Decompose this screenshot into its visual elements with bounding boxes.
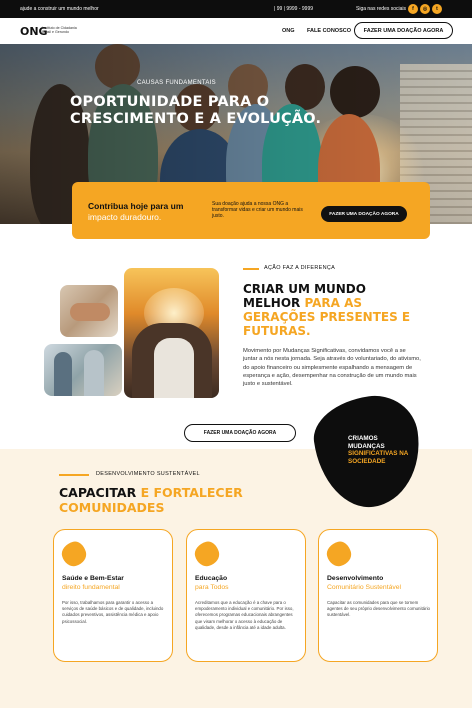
card-community[interactable]: Desenvolvimento Comunitário Sustentável … [318,529,438,662]
card-education[interactable]: Educação para Todos Acreditamos que a ed… [186,529,306,662]
top-bar: ajude a construir um mundo melhor | 99 |… [0,0,472,18]
card-health[interactable]: Saúde e Bem-Estar direito fundamental Po… [53,529,173,662]
donation-title-highlight: impacto duradouro. [88,212,162,222]
community-icon [324,539,354,569]
donation-text: Sua doação ajuda a nossa ONG a transform… [212,201,303,219]
hero-kicker: CAUSAS FUNDAMENTAIS [137,80,216,86]
instagram-icon[interactable]: ◎ [420,4,430,14]
card-subtitle: para Todos [195,584,229,591]
mission-text: Movimento por Mudanças Significativas, c… [243,348,421,388]
card-text: Por isso, trabalhamos para garantir o ac… [62,600,164,624]
top-tagline: ajude a construir um mundo melhor [20,6,99,12]
hero-title: OPORTUNIDADE PARA O CRESCIMENTO E A EVOL… [70,94,322,127]
nav-link-contact[interactable]: FALE CONOSCO [307,28,351,34]
donation-button[interactable]: FAZER UMA DOAÇÃO AGORA [321,206,407,222]
card-title: Saúde e Bem-Estar [62,575,124,582]
card-title: Educação [195,575,228,582]
mission-kicker: AÇÃO FAZ A DIFERENÇA [264,265,336,271]
development-accent-line [59,474,89,476]
photo-hands-together [60,285,118,337]
development-title: CAPACITAR E FORTALECER COMUNIDADES [59,485,243,515]
education-icon [192,539,222,569]
development-kicker: DESENVOLVIMENTO SUSTENTÁVEL [96,471,200,477]
social-label: Siga nas redes sociais [356,6,407,12]
impact-badge-text: CRIAMOS MUDANÇAS SIGNIFICATIVAS NA SOCIE… [348,435,409,465]
health-icon [59,539,89,569]
card-text: Capacitar as comunidades para que se tor… [327,600,430,618]
photo-group-hug [124,268,219,398]
twitter-icon[interactable]: t [432,4,442,14]
facebook-icon[interactable]: f [408,4,418,14]
nav-link-ong[interactable]: ONG [282,28,295,34]
card-title: Desenvolvimento [327,575,384,582]
photo-volunteers [44,344,122,396]
donate-now-button[interactable]: FAZER UMA DOAÇÃO AGORA [354,22,453,39]
donation-banner: Contribua hoje para um impacto duradouro… [72,182,430,239]
card-text: Acreditamos que a educação é a chave par… [195,600,294,630]
card-subtitle: Comunitário Sustentável [327,584,402,591]
donation-title: Contribua hoje para um [88,201,184,211]
mission-donate-button[interactable]: FAZER UMA DOAÇÃO AGORA [184,424,296,442]
phone-number: | 99 | 9999 - 9999 [274,6,314,12]
navbar: ONG Instituto de Cidadania Brasil e Geru… [0,18,472,44]
mission-title: CRIAR UM MUNDO MELHOR PARA AS GERAÇÕES P… [243,282,411,338]
logo-subtitle: Instituto de Cidadania Brasil e Gerundo [42,26,77,34]
mission-accent-line [243,268,259,270]
card-subtitle: direito fundamental [62,584,120,591]
